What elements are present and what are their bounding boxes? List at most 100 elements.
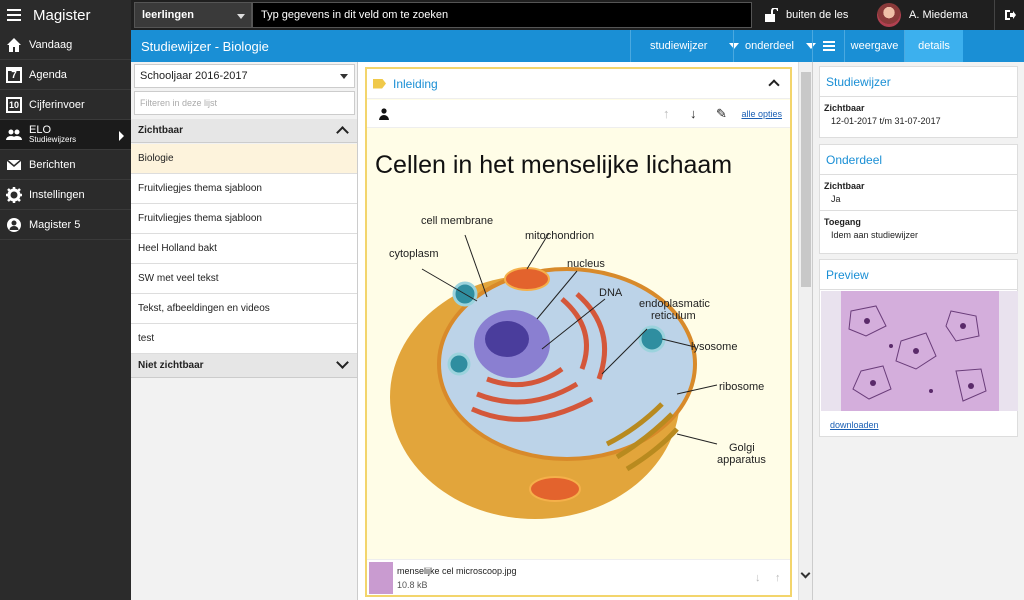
search-scope-label: leerlingen	[142, 9, 194, 21]
attachment-name: menselijke cel microscoop.jpg	[397, 566, 517, 576]
list-item-label: Tekst, afbeeldingen en videos	[138, 303, 270, 314]
chevron-down-icon[interactable]	[800, 568, 811, 579]
attachment-thumbnail	[369, 562, 393, 594]
list-icon	[822, 41, 835, 51]
tag-icon	[373, 78, 386, 89]
details-value: Ja	[831, 194, 841, 204]
list-item[interactable]: Fruitvliegjes thema sjabloon	[131, 204, 357, 234]
sidebar-item-subtitle: Studiewijzers	[29, 135, 77, 144]
sidebar-item-label: Vandaag	[29, 38, 73, 51]
sidebar-item-label: ELO Studiewijzers	[29, 124, 77, 145]
list-item[interactable]: Heel Holland bakt	[131, 234, 357, 264]
all-options-link[interactable]: alle opties	[741, 109, 782, 119]
list-item-label: Fruitvliegjes thema sjabloon	[138, 183, 262, 194]
tab-weergave[interactable]: weergave	[844, 30, 904, 62]
details-title: Preview	[820, 260, 1017, 290]
pencil-icon[interactable]: ✎	[716, 106, 727, 122]
people-icon	[6, 129, 22, 140]
list-item[interactable]: SW met veel tekst	[131, 264, 357, 294]
label-golgi: Golgi	[729, 442, 755, 454]
content-toolbar: ↑ ↓ ✎ alle opties	[367, 100, 790, 128]
person-icon[interactable]	[379, 108, 389, 120]
schoolyear-value: Schooljaar 2016-2017	[140, 70, 248, 82]
tab-details[interactable]: details	[904, 30, 963, 62]
mitochondrion-shape	[504, 267, 550, 291]
group-header-hidden[interactable]: Niet zichtbaar	[131, 354, 357, 378]
list-item-label: Biologie	[138, 153, 174, 164]
label-ribosome: ribosome	[719, 381, 764, 393]
details-label: Zichtbaar	[824, 181, 865, 191]
content-panel: Inleiding ↑ ↓ ✎ alle opties Cellen in he…	[358, 62, 812, 600]
onderdeel-dropdown[interactable]: onderdeel	[733, 30, 816, 62]
home-icon	[7, 37, 21, 52]
section-header[interactable]: Inleiding	[367, 69, 790, 99]
sidebar-item-magister5[interactable]: Magister 5	[0, 210, 131, 240]
details-label: Zichtbaar	[824, 103, 865, 113]
user-menu[interactable]: A. Miedema	[872, 0, 994, 30]
label-cytoplasm: cytoplasm	[389, 248, 439, 260]
gear-icon	[6, 186, 22, 203]
sidebar-item-label: Berichten	[29, 158, 76, 171]
group-label: Niet zichtbaar	[138, 360, 204, 371]
label-lysosome: lysosome	[691, 341, 737, 353]
sidebar-item-vandaag[interactable]: Vandaag	[0, 30, 131, 60]
section-title: Inleiding	[393, 76, 438, 91]
sidebar-item-agenda[interactable]: 7 Agenda	[0, 60, 131, 90]
details-panel: Studiewijzer Zichtbaar 12-01-2017 t/m 31…	[812, 62, 1024, 600]
sidebar-item-label: Instellingen	[29, 188, 85, 201]
arrow-up-icon[interactable]: ↑	[663, 106, 670, 121]
logout-button[interactable]	[994, 0, 1024, 30]
search-scope-select[interactable]: leerlingen	[134, 2, 252, 28]
scrollbar-thumb[interactable]	[801, 72, 811, 287]
sidebar-item-instellingen[interactable]: Instellingen	[0, 180, 131, 210]
search-bar: leerlingen	[134, 2, 752, 28]
preview-image[interactable]	[821, 291, 1018, 411]
lysosome-shape-3	[638, 325, 666, 353]
search-input[interactable]	[252, 2, 752, 28]
sidebar-item-label: Cijferinvoer	[29, 98, 85, 111]
details-title: Studiewijzer	[820, 67, 1017, 97]
chevron-down-icon	[237, 14, 245, 19]
tab-details-label: details	[918, 40, 950, 52]
group-header-visible[interactable]: Zichtbaar	[131, 119, 357, 143]
chevron-up-icon[interactable]	[768, 79, 780, 91]
app-title: Magister	[33, 6, 91, 24]
label-golgi-2: apparatus	[717, 454, 766, 466]
attachment-size: 10.8 kB	[397, 580, 428, 590]
header-bar: Studiewijzer - Biologie studiewijzer ond…	[131, 30, 1024, 62]
list-item[interactable]: test	[131, 324, 357, 354]
sidebar-item-title: ELO	[29, 124, 52, 136]
scrollbar[interactable]	[798, 62, 812, 600]
sidebar-item-elo[interactable]: ELO Studiewijzers	[0, 120, 131, 150]
arrow-down-icon[interactable]: ↓	[755, 572, 761, 584]
filter-input[interactable]	[134, 91, 355, 115]
list-item[interactable]: Biologie	[131, 144, 357, 174]
details-value: 12-01-2017 t/m 31-07-2017	[831, 116, 941, 126]
attachment[interactable]: menselijke cel microscoop.jpg 10.8 kB ↓ …	[367, 559, 790, 595]
lesson-toggle-button[interactable]: buiten de les	[756, 0, 868, 30]
details-title: Onderdeel	[820, 145, 1017, 175]
list-item[interactable]: Fruitvliegjes thema sjabloon	[131, 174, 357, 204]
sidebar-item-label: Magister 5	[29, 218, 81, 231]
sidebar-item-cijferinvoer[interactable]: 10 Cijferinvoer	[0, 90, 131, 120]
label-er-2: reticulum	[651, 310, 696, 322]
onderdeel-dropdown-label: onderdeel	[745, 40, 794, 52]
studiewijzer-dropdown[interactable]: studiewijzer	[630, 30, 740, 62]
arrow-up-icon[interactable]: ↑	[775, 572, 781, 584]
grades-icon: 10	[6, 96, 22, 113]
arrow-down-icon[interactable]: ↓	[690, 106, 697, 121]
label-er: endoplasmatic	[639, 298, 710, 310]
list-view-button[interactable]	[812, 30, 844, 62]
list-item-label: Fruitvliegjes thema sjabloon	[138, 213, 262, 224]
envelope-icon	[6, 158, 22, 170]
sidebar-item-berichten[interactable]: Berichten	[0, 150, 131, 180]
hamburger-icon	[7, 9, 21, 21]
studiewijzer-details: Studiewijzer Zichtbaar 12-01-2017 t/m 31…	[819, 66, 1018, 138]
list-item[interactable]: Tekst, afbeeldingen en videos	[131, 294, 357, 324]
schoolyear-select[interactable]: Schooljaar 2016-2017	[134, 64, 355, 88]
app-menu-button[interactable]: Magister	[0, 0, 131, 30]
download-link[interactable]: downloaden	[830, 420, 879, 430]
logout-icon	[1004, 10, 1016, 20]
lesson-toggle-label: buiten de les	[786, 9, 849, 21]
magister-icon	[7, 217, 21, 232]
